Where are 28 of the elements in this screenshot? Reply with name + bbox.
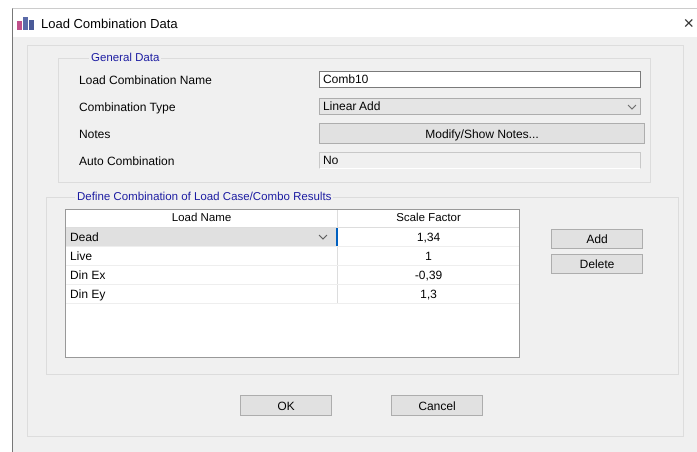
close-button[interactable]: × — [675, 12, 697, 34]
table-cell-text: -0,39 — [414, 267, 444, 284]
column-header: Load Name — [66, 210, 338, 227]
group-title: General Data — [90, 52, 160, 64]
notes-button[interactable]: Modify/Show Notes... — [319, 123, 645, 144]
field-label: Auto Combination — [79, 154, 176, 168]
load-dropdown[interactable]: Dead — [66, 228, 338, 246]
dialog-button[interactable]: Cancel — [391, 395, 483, 416]
input-field[interactable]: Comb10 — [319, 71, 641, 88]
table-button[interactable]: Delete — [551, 254, 643, 274]
field-label: Notes — [79, 126, 112, 140]
dialog-button[interactable]: OK — [240, 395, 332, 416]
table-cell-text: 1,3 — [419, 286, 438, 303]
table-cell-text: 1 — [424, 248, 433, 265]
table-cell: Din Ex — [66, 266, 338, 284]
readonly-field: No — [319, 152, 641, 169]
table-cell: Din Ey — [66, 285, 338, 303]
dropdown[interactable]: Linear Add — [319, 98, 641, 115]
window-title: Load Combination Data — [41, 16, 178, 30]
table-button[interactable]: Add — [551, 229, 643, 249]
chevron-icon — [318, 234, 328, 240]
table-cell: Live — [66, 247, 338, 265]
field-label: Combination Type — [79, 100, 177, 114]
chevron-icon — [627, 104, 637, 110]
app-icon — [17, 16, 35, 30]
group-title: Define Combination of Load Case/Combo Results — [76, 191, 332, 203]
column-header: Scale Factor — [395, 211, 462, 226]
field-label: Load Combination Name — [79, 72, 213, 86]
